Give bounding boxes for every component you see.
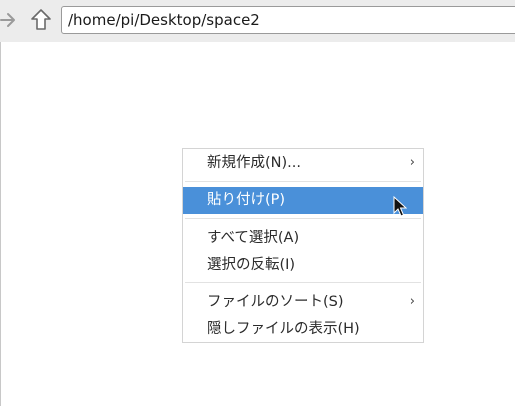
menu-item-label: すべて選択(A) xyxy=(207,230,300,246)
menu-separator xyxy=(185,218,421,219)
menu-item-select-all[interactable]: すべて選択(A) xyxy=(183,225,423,252)
chevron-right-icon: › xyxy=(409,155,415,170)
menu-item-show-hidden[interactable]: 隠しファイルの表示(H) xyxy=(183,316,423,343)
mouse-pointer-icon xyxy=(393,195,408,218)
chevron-right-icon: › xyxy=(409,294,415,309)
menu-item-label: 貼り付け(P) xyxy=(207,192,286,208)
menu-item-label: 隠しファイルの表示(H) xyxy=(207,321,360,337)
menu-item-label: 選択の反転(I) xyxy=(207,257,296,273)
menu-item-invert-selection[interactable]: 選択の反転(I) xyxy=(183,252,423,279)
menu-item-label: ファイルのソート(S) xyxy=(207,294,344,310)
toolbar: /home/pi/Desktop/space2 xyxy=(0,0,515,42)
menu-separator xyxy=(185,181,421,182)
menu-item-sort-files[interactable]: ファイルのソート(S) › xyxy=(183,289,423,316)
pane-border xyxy=(0,42,1,406)
menu-item-new[interactable]: 新規作成(N)... › xyxy=(183,150,423,177)
menu-item-paste[interactable]: 貼り付け(P) xyxy=(183,187,423,214)
arrow-up-icon[interactable] xyxy=(29,7,53,33)
menu-separator xyxy=(185,282,421,283)
context-menu: 新規作成(N)... › 貼り付け(P) すべて選択(A) 選択の反転(I) フ… xyxy=(182,148,424,343)
arrow-right-icon[interactable] xyxy=(0,7,20,33)
address-bar[interactable]: /home/pi/Desktop/space2 xyxy=(61,6,515,34)
menu-item-label: 新規作成(N)... xyxy=(207,155,301,171)
